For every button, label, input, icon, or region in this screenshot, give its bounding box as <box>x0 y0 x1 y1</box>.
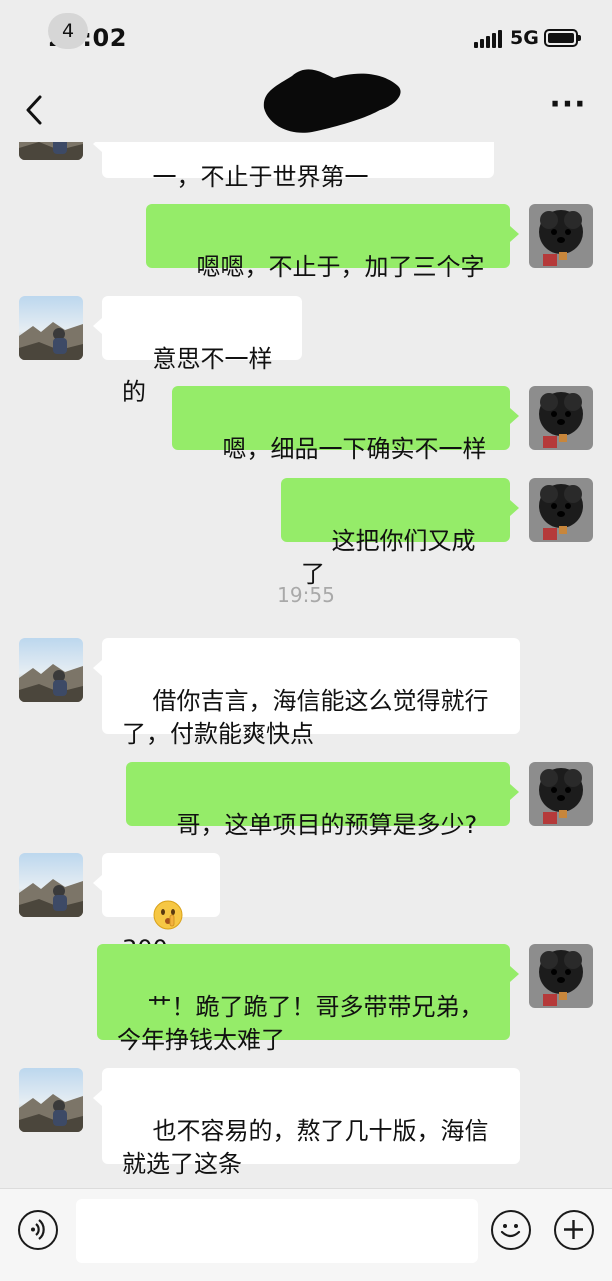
message-text: 一，不止于世界第一 <box>152 163 369 191</box>
self-avatar[interactable] <box>529 944 593 1008</box>
contact-avatar[interactable] <box>19 296 83 360</box>
contact-avatar[interactable] <box>19 853 83 917</box>
message-text: 借你吉言，海信能这么觉得就行 了，付款能爽快点 <box>122 687 489 748</box>
outgoing-message[interactable]: 嗯，细品一下确实不一样 <box>172 386 519 463</box>
chat-header: 4 ··· <box>0 13 612 142</box>
incoming-message[interactable]: 也不容易的，熬了几十版，海信 就选了这条 <box>93 1068 520 1178</box>
incoming-message[interactable]: 借你吉言，海信能这么觉得就行 了，付款能爽快点 <box>93 638 520 748</box>
message-input[interactable] <box>76 1199 478 1263</box>
contact-avatar[interactable] <box>19 638 83 702</box>
message-timestamp: 19:55 <box>277 583 335 607</box>
chat-message-list[interactable]: 一，不止于世界第一 嗯嗯，不止于，加了三个字 意思不一样的 嗯，细品一下确实不一… <box>0 142 612 1188</box>
message-text: 嗯，细品一下确实不一样 <box>222 435 487 463</box>
message-text: 哥，这单项目的预算是多少? <box>176 811 478 839</box>
message-text: 嗯嗯，不止于，加了三个字 <box>196 253 485 281</box>
contact-avatar[interactable] <box>19 142 83 160</box>
emoji-button[interactable] <box>491 1210 531 1250</box>
battery-icon <box>544 29 581 47</box>
network-type: 5G <box>510 27 539 49</box>
outgoing-message[interactable]: 这把你们又成了 <box>281 478 519 588</box>
outgoing-message[interactable]: 嗯嗯，不止于，加了三个字 <box>146 204 519 281</box>
back-button[interactable] <box>20 92 54 128</box>
signal-icon <box>474 30 504 48</box>
message-text: 这把你们又成了 <box>301 527 476 588</box>
self-avatar[interactable] <box>529 762 593 826</box>
self-avatar[interactable] <box>529 204 593 268</box>
message-text: 艹！跪了跪了！哥多带带兄弟， 今年挣钱太难了 <box>117 993 484 1054</box>
self-avatar[interactable] <box>529 478 593 542</box>
outgoing-message[interactable]: 艹！跪了跪了！哥多带带兄弟， 今年挣钱太难了 <box>97 944 519 1054</box>
incoming-message[interactable]: 意思不一样的 <box>93 296 302 406</box>
incoming-message[interactable]: 300 <box>93 853 220 963</box>
incoming-message[interactable]: 一，不止于世界第一 <box>93 142 494 191</box>
message-text: 也不容易的，熬了几十版，海信 就选了这条 <box>122 1117 489 1178</box>
chevron-left-icon <box>26 95 42 125</box>
more-options-button[interactable]: ··· <box>548 90 588 122</box>
input-bar <box>0 1188 612 1281</box>
voice-icon <box>31 1219 45 1240</box>
contact-avatar[interactable] <box>19 1068 83 1132</box>
plus-icon <box>564 1220 583 1239</box>
shushing-face-emoji-icon <box>153 900 183 930</box>
outgoing-message[interactable]: 哥，这单项目的预算是多少? <box>126 762 519 839</box>
redacted-chat-title <box>262 66 404 142</box>
unread-count-badge[interactable]: 4 <box>48 13 88 49</box>
self-avatar[interactable] <box>529 386 593 450</box>
smiley-icon <box>500 1224 521 1238</box>
more-functions-button[interactable] <box>554 1210 594 1250</box>
voice-input-button[interactable] <box>18 1210 58 1250</box>
